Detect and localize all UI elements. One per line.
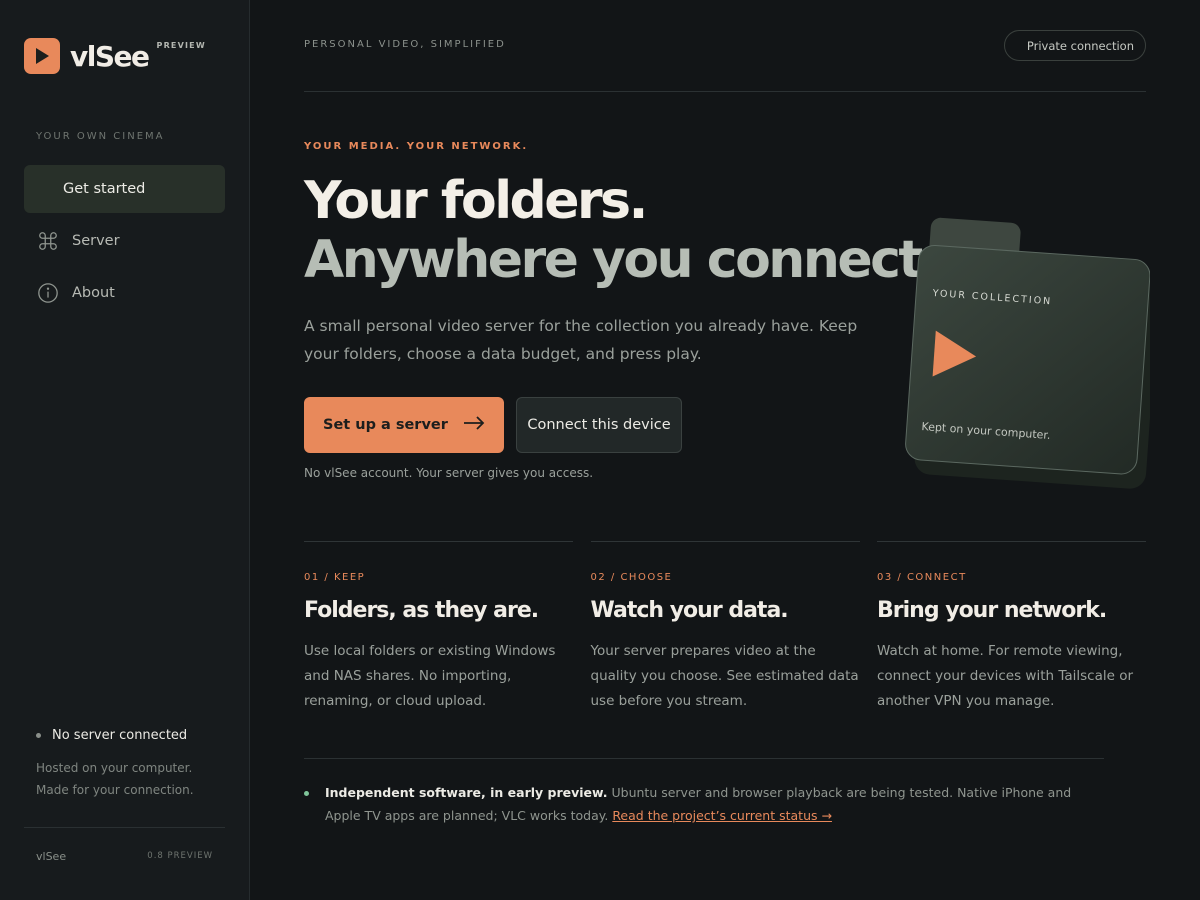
divider xyxy=(304,758,1104,759)
preview-notice: Independent software, in early preview. … xyxy=(304,781,1104,827)
hero-eyebrow: YOUR MEDIA. YOUR NETWORK. xyxy=(304,141,529,152)
notice-heading: Independent software, in early preview. xyxy=(325,785,608,800)
set-up-server-button[interactable]: Set up a server xyxy=(304,397,504,453)
server-status: No server connected Hosted on your compu… xyxy=(36,728,194,801)
sidebar: vlSee PREVIEW YOUR OWN CINEMA Get starte… xyxy=(0,0,250,900)
info-icon xyxy=(36,281,60,305)
footer-app-name: vlSee xyxy=(36,850,67,863)
brand[interactable]: vlSee PREVIEW xyxy=(24,38,206,74)
feature-body: Your server prepares video at the qualit… xyxy=(590,643,859,709)
hero-headline: Your folders. Anywhere you connect. xyxy=(304,171,941,290)
headline-line-2: Anywhere you connect. xyxy=(304,230,941,290)
status-dot xyxy=(36,733,41,738)
status-line: Made for your connection. xyxy=(36,783,194,797)
feature-card: 03 / CONNECT Bring your network. Watch a… xyxy=(877,541,1146,714)
play-logo-icon xyxy=(24,38,60,74)
feature-card: 01 / KEEP Folders, as they are. Use loca… xyxy=(304,541,573,714)
connect-device-button[interactable]: Connect this device xyxy=(516,397,682,453)
sidebar-footer: vlSee 0.8 PREVIEW xyxy=(24,827,225,863)
feature-body: Watch at home. For remote viewing, conne… xyxy=(877,643,1134,709)
arrow-right-icon xyxy=(463,416,485,434)
feature-card: 02 / CHOOSE Watch your data. Your server… xyxy=(590,541,860,714)
command-icon xyxy=(36,229,60,253)
folder-play-icon xyxy=(930,328,980,385)
feature-number: 01 / KEEP xyxy=(304,572,366,583)
feature-title: Bring your network. xyxy=(877,598,1107,623)
brand-name: vlSee xyxy=(70,40,150,73)
feature-body: Use local folders or existing Windows an… xyxy=(304,643,556,709)
status-label: No server connected xyxy=(52,728,188,743)
header-tagline: PERSONAL VIDEO, SIMPLIFIED xyxy=(304,39,506,50)
sidebar-item-label: About xyxy=(72,285,115,301)
feature-number: 02 / CHOOSE xyxy=(590,572,673,583)
project-status-link[interactable]: Read the project’s current status → xyxy=(612,808,832,823)
hero-description: A small personal video server for the co… xyxy=(304,317,858,363)
account-note: No vlSee account. Your server gives you … xyxy=(304,466,594,480)
sidebar-item-server[interactable]: Server xyxy=(24,217,225,265)
button-label: Set up a server xyxy=(323,417,448,433)
preview-badge: PREVIEW xyxy=(156,41,206,50)
status-dot xyxy=(304,791,309,796)
sidebar-item-about[interactable]: About xyxy=(24,269,225,317)
sidebar-nav: Get started Server About xyxy=(24,165,225,321)
private-connection-pill[interactable]: Private connection xyxy=(1003,30,1146,61)
divider xyxy=(304,91,1146,92)
sidebar-section-label: YOUR OWN CINEMA xyxy=(36,131,165,142)
sidebar-item-label: Server xyxy=(72,233,120,249)
status-line: Hosted on your computer. xyxy=(36,761,193,775)
footer-version: 0.8 PREVIEW xyxy=(147,851,213,861)
feature-columns: 01 / KEEP Folders, as they are. Use loca… xyxy=(304,541,1146,714)
feature-title: Watch your data. xyxy=(590,598,789,623)
headline-line-1: Your folders. xyxy=(304,171,648,231)
main-content: PERSONAL VIDEO, SIMPLIFIED Private conne… xyxy=(304,0,1159,900)
feature-number: 03 / CONNECT xyxy=(877,572,967,583)
feature-title: Folders, as they are. xyxy=(304,598,539,623)
sidebar-item-get-started[interactable]: Get started xyxy=(24,165,225,213)
sidebar-item-label: Get started xyxy=(63,181,146,197)
